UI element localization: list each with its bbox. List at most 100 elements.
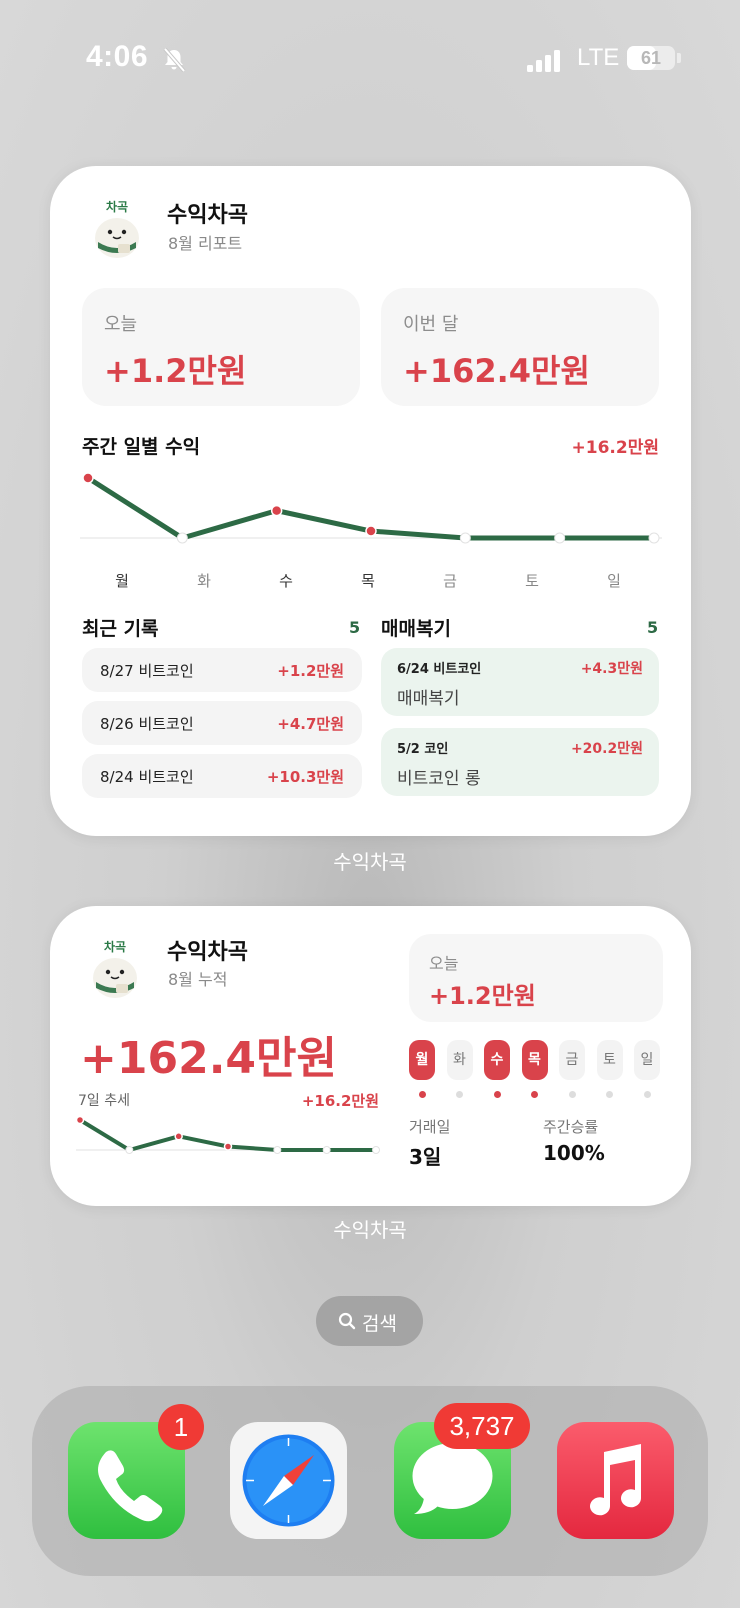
review-card[interactable]: 6/24 비트코인 +4.3만원 매매복기 [381,648,659,716]
bell-muted-icon [163,47,186,73]
safari-app-icon[interactable] [230,1422,347,1539]
today-value: +1.2만원 [429,982,536,1010]
trend-label: 7일 추세 [78,1093,130,1109]
mascot-label: 차곡 [103,940,127,954]
win-rate-label: 주간승률 [543,1118,599,1136]
day-pill: 월 [409,1040,435,1080]
today-card: 오늘 +1.2만원 [82,288,360,406]
phone-badge: 1 [158,1404,204,1450]
day-pill: 화 [446,1040,473,1080]
network-type: LTE [577,44,620,71]
day-dot [531,1091,538,1098]
review-card-label: 6/24 비트코인 [397,662,482,677]
data-point [365,525,377,537]
x-tick-label: 일 [607,572,621,590]
review-card-memo: 비트코인 롱 [397,769,481,789]
x-tick-label: 토 [525,572,539,590]
data-point [176,532,188,544]
messages-badge: 3,737 [434,1403,530,1449]
mascot-label: 차곡 [105,200,129,214]
day-dot [493,1091,501,1098]
day-pill: 토 [596,1040,623,1080]
month-label: 이번 달 [403,314,459,335]
music-icon [590,1444,642,1516]
data-point [273,1146,282,1154]
widget-title: 수익차곡 [167,940,248,965]
recent-record-row[interactable]: 8/26 비트코인 +4.7만원 [82,701,362,745]
day-dot [418,1091,426,1098]
day-dot [568,1091,576,1098]
search-button[interactable]: 검색 [316,1296,423,1346]
recent-record-value: +10.3만원 [266,768,344,786]
trend-mini-chart [76,1115,380,1154]
today-value: +1.2만원 [104,352,247,390]
day-pill: 수 [484,1040,510,1080]
weekly-line-chart [80,472,662,544]
medium-widget-caption: 수익차곡 [333,1218,407,1242]
recent-record-label: 8/26 비트코인 [100,715,194,733]
day-dot [456,1091,463,1098]
weekly-title: 주간 일별 수익 [82,436,201,458]
win-rate-value: 100% [543,1141,605,1165]
data-point [125,1146,134,1154]
mascot-icon: 차곡 [88,198,146,260]
data-point [322,1146,331,1154]
widget-subtitle: 8월 누적 [168,970,228,989]
trade-days-value: 3일 [409,1145,442,1169]
review-card-value: +20.2만원 [570,741,643,757]
status-bar: 4:06 LTE 61 [0,40,740,80]
recent-record-value: +4.7만원 [277,715,344,733]
trade-days-label: 거래일 [409,1118,451,1136]
data-point [459,532,471,544]
data-point [223,1142,233,1151]
review-card-value: +4.3만원 [580,661,643,677]
x-tick-label: 목 [361,572,375,590]
review-card-label: 5/2 코인 [397,742,449,757]
month-card: 이번 달 +162.4만원 [381,288,659,406]
today-label: 오늘 [429,954,459,973]
x-tick-label: 월 [115,572,129,590]
month-value: +162.4만원 [403,352,590,390]
day-pill: 일 [634,1040,660,1080]
recent-record-label: 8/24 비트코인 [100,768,194,786]
battery-tip [677,53,681,63]
day-dot [606,1091,613,1098]
day-pill: 목 [521,1040,548,1080]
x-tick-label: 금 [443,572,457,590]
music-app-icon[interactable] [557,1422,674,1539]
cellular-signal-icon [527,50,560,72]
widget-title: 수익차곡 [167,203,248,228]
review-title: 매매복기 [381,618,451,640]
x-tick-label: 수 [279,572,293,590]
weekly-total: +16.2만원 [571,438,659,458]
search-label: 검색 [362,1313,397,1335]
recent-record-row[interactable]: 8/27 비트코인 +1.2만원 [82,648,362,692]
search-icon [338,1312,356,1330]
review-card-memo: 매매복기 [397,689,460,709]
safari-icon [242,1434,335,1527]
data-point [648,532,660,544]
today-label: 오늘 [104,314,138,335]
data-point [270,504,283,517]
day-pill: 금 [559,1040,585,1080]
data-point [372,1146,380,1154]
widget-subtitle: 8월 리포트 [168,234,243,253]
recent-record-label: 8/27 비트코인 [100,662,194,680]
data-point [174,1132,183,1141]
data-point [82,472,94,484]
data-point [76,1115,85,1125]
review-card[interactable]: 5/2 코인 +20.2만원 비트코인 롱 [381,728,659,796]
recent-record-row[interactable]: 8/24 비트코인 +10.3만원 [82,754,362,798]
review-count: 5 [647,618,659,637]
battery-percent: 61 [640,48,662,68]
recent-count: 5 [349,618,361,637]
recent-title: 최근 기록 [82,618,159,640]
large-widget-caption: 수익차곡 [333,850,407,874]
data-point [554,532,566,544]
trend-value: +16.2만원 [301,1092,379,1110]
battery-icon: 61 [627,46,675,70]
status-time: 4:06 [86,40,149,73]
today-card: 오늘 +1.2만원 [409,934,663,1022]
monthly-total: +162.4만원 [80,1033,338,1084]
mascot-icon: 차곡 [86,938,144,1000]
